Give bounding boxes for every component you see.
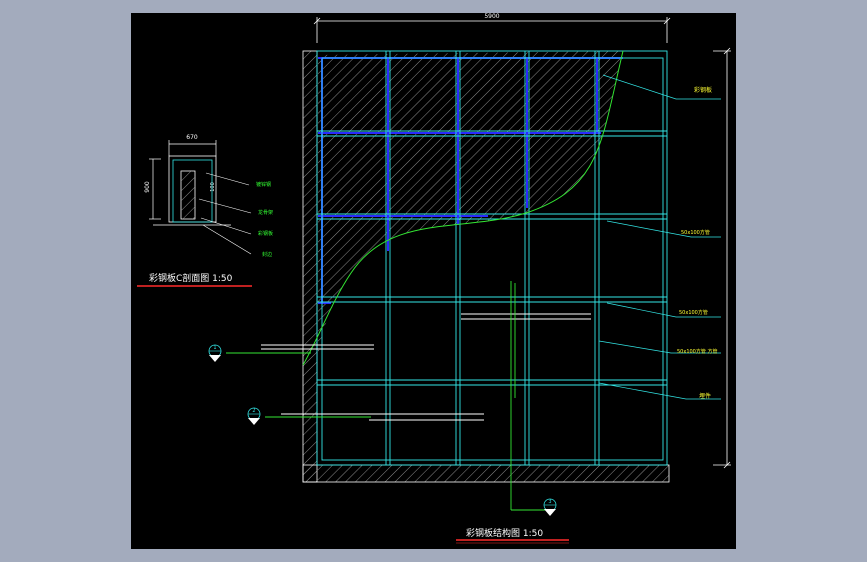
detail-label-1: 镀锌钢 bbox=[256, 181, 271, 188]
bottom-wall-hatch bbox=[302, 464, 670, 483]
detail-dim-height: 900 bbox=[144, 181, 151, 193]
main-elevation: 5900 6900 彩钢板 50x100方管 50x100方管 50x100方管… bbox=[208, 13, 736, 544]
cad-drawing: 5900 6900 彩钢板 50x100方管 50x100方管 50x100方管… bbox=[137, 13, 736, 544]
panel-hatch bbox=[318, 51, 623, 358]
label-fangguan-1: 50x100方管 bbox=[681, 229, 710, 236]
detail-title: 彩钢板C剖面图 1:50 bbox=[149, 272, 233, 284]
detail-dim-inner: 100 bbox=[210, 182, 216, 192]
dim-width-label: 5900 bbox=[484, 13, 499, 20]
detail-hatch bbox=[181, 171, 195, 219]
marker-1-label: 1 bbox=[213, 345, 216, 351]
marker-2-label: 2 bbox=[252, 408, 255, 414]
cad-viewport[interactable]: 5900 6900 彩钢板 50x100方管 50x100方管 50x100方管… bbox=[131, 13, 736, 549]
section-marker-2[interactable]: 2 bbox=[247, 407, 261, 425]
detail-label-4: 封边 bbox=[262, 251, 272, 258]
marker-3-label: 3 bbox=[548, 499, 551, 505]
top-dimension bbox=[313, 17, 671, 43]
section-marker-3[interactable]: 3 bbox=[543, 498, 557, 516]
label-caigangban: 彩钢板 bbox=[694, 86, 712, 94]
section-marker-1[interactable]: 1 bbox=[208, 344, 222, 362]
label-maojian: 埋件 bbox=[699, 392, 711, 400]
label-fangguan-2: 50x100方管 bbox=[679, 309, 708, 316]
detail-leaders bbox=[198, 172, 252, 255]
section-detail: 670 900 100 镀锌钢 龙骨架 彩钢板 封边 彩钢板C剖面图 1:50 bbox=[137, 134, 273, 287]
detail-dim-width: 670 bbox=[186, 134, 198, 141]
main-title: 彩钢板结构图 1:50 bbox=[466, 527, 543, 539]
detail-label-2: 龙骨架 bbox=[258, 209, 273, 216]
detail-label-3: 彩钢板 bbox=[258, 230, 273, 237]
label-fangguan-3: 50x100方管 方管 bbox=[677, 348, 717, 355]
dim-height-label: 6900 bbox=[734, 250, 736, 265]
right-dimension bbox=[713, 47, 731, 469]
